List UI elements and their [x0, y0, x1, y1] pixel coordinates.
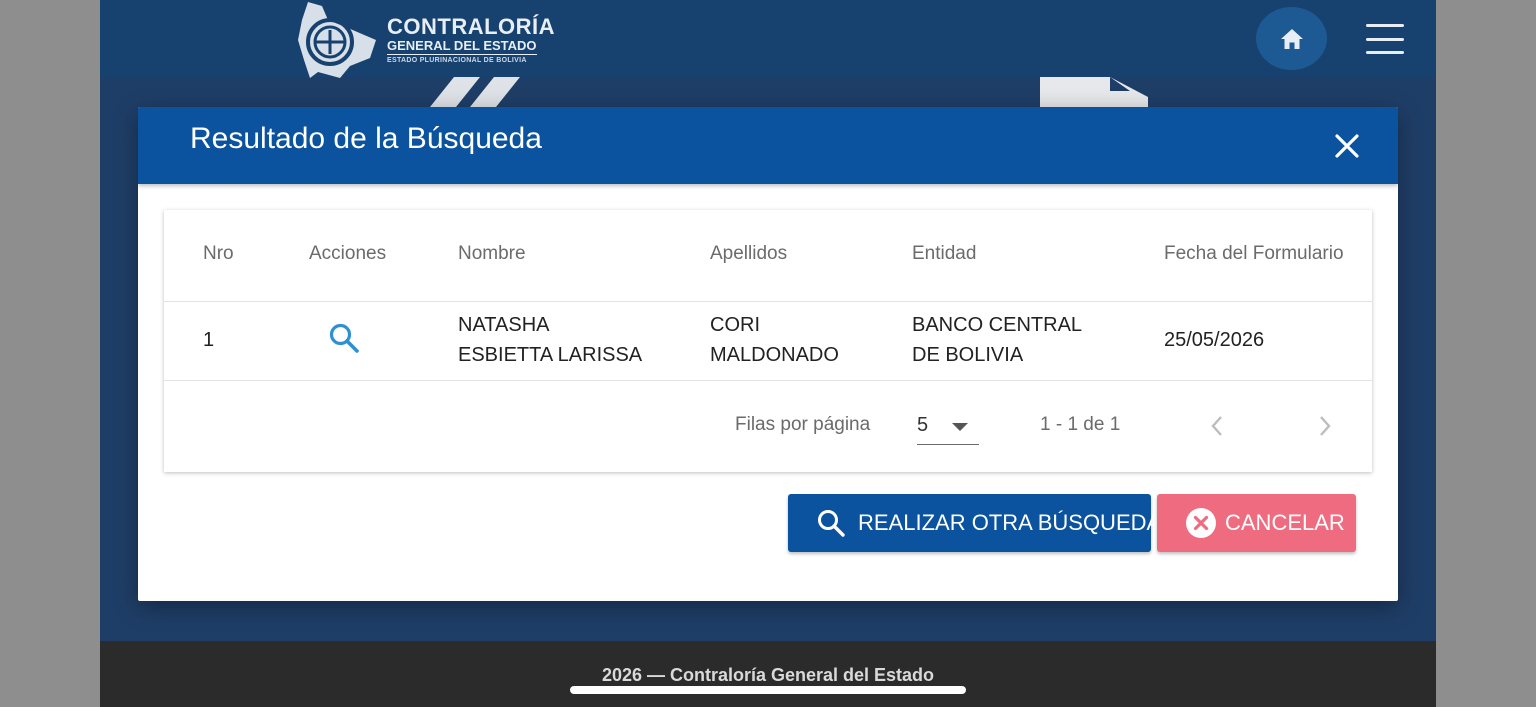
- cancel-label: CANCELAR: [1225, 510, 1345, 535]
- cell-entidad-line2: DE BOLIVIA: [912, 344, 1024, 366]
- header-divider: [164, 301, 1372, 302]
- cell-nombre: NATASHA ESBIETTA LARISSA: [458, 310, 642, 370]
- footer-text: 2026 — Contraloría General del Estado: [601, 665, 935, 685]
- top-navigation-bar: CONTRALORÍA GENERAL DEL ESTADO ESTADO PL…: [100, 0, 1436, 80]
- column-header-fecha: Fecha del Formulario: [1164, 243, 1344, 264]
- rows-per-page-select[interactable]: 5: [917, 410, 979, 445]
- home-icon: [1280, 28, 1303, 49]
- rows-per-page-label: Filas por página: [735, 414, 871, 435]
- rows-per-page-value: 5: [917, 414, 929, 436]
- cell-nombre-line1: NATASHA: [458, 314, 550, 336]
- search-icon: [816, 508, 846, 538]
- home-indicator-bar: [570, 686, 966, 694]
- hamburger-menu-icon[interactable]: [1366, 24, 1404, 54]
- cell-entidad-line1: BANCO CENTRAL: [912, 314, 1083, 336]
- dialog-title: Resultado de la Búsqueda: [190, 122, 542, 155]
- cell-nro: 1: [203, 329, 215, 351]
- logo-subtitle: GENERAL DEL ESTADO: [387, 38, 537, 55]
- cell-apellidos: CORI MALDONADO: [710, 310, 839, 370]
- pagination-range: 1 - 1 de 1: [1040, 414, 1121, 435]
- bolivia-map-emblem-icon: [298, 2, 376, 78]
- search-again-button[interactable]: REALIZAR OTRA BÚSQUEDA: [788, 494, 1161, 552]
- column-header-apellidos: Apellidos: [710, 243, 788, 264]
- logo-title: CONTRALORÍA: [387, 14, 556, 39]
- column-header-acciones: Acciones: [309, 243, 387, 264]
- dropdown-arrow-icon: [952, 423, 968, 431]
- home-button[interactable]: [1256, 7, 1327, 70]
- cancel-circle-icon: [1185, 507, 1217, 539]
- contraloria-logo[interactable]: CONTRALORÍA GENERAL DEL ESTADO ESTADO PL…: [200, 0, 555, 80]
- logo-tagline: ESTADO PLURINACIONAL DE BOLIVIA: [387, 57, 527, 64]
- cell-nombre-line2: ESBIETTA LARISSA: [458, 344, 643, 366]
- close-icon[interactable]: [1332, 131, 1362, 161]
- page-footer: 2026 — Contraloría General del Estado: [100, 641, 1436, 707]
- column-header-nombre: Nombre: [458, 243, 526, 264]
- search-again-label: REALIZAR OTRA BÚSQUEDA: [858, 510, 1162, 535]
- column-header-entidad: Entidad: [912, 243, 977, 264]
- cell-apellidos-line1: CORI: [710, 314, 760, 336]
- cell-apellidos-line2: MALDONADO: [710, 344, 839, 366]
- cell-fecha: 25/05/2026: [1164, 329, 1265, 351]
- chevron-right-icon[interactable]: [1312, 413, 1336, 439]
- results-table: Nro Acciones Nombre Apellidos Entidad Fe…: [164, 210, 1372, 472]
- chevron-left-icon[interactable]: [1206, 413, 1230, 439]
- row-divider: [164, 380, 1372, 381]
- cancel-button[interactable]: CANCELAR: [1157, 494, 1356, 552]
- dialog-header: Resultado de la Búsqueda: [138, 107, 1398, 184]
- search-icon[interactable]: [328, 322, 360, 354]
- cell-entidad: BANCO CENTRAL DE BOLIVIA: [912, 310, 1082, 370]
- search-results-dialog: Resultado de la Búsqueda Nro Acciones No…: [138, 107, 1398, 601]
- column-header-nro: Nro: [203, 243, 234, 264]
